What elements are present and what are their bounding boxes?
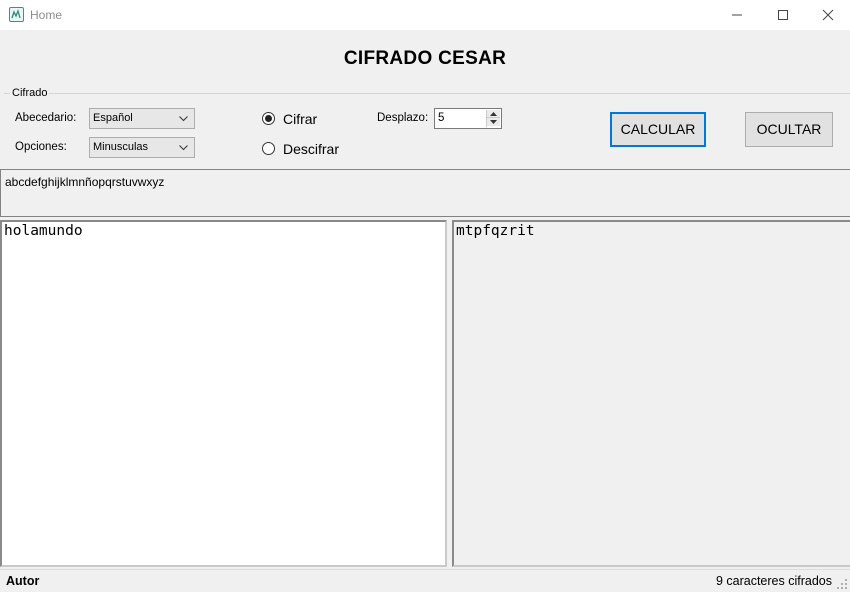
status-bar: Autor 9 caracteres cifrados [0,569,850,592]
alphabet-display-text: abcdefghijklmnñopqrstuvwxyz [5,175,165,189]
shift-stepper[interactable]: 5 [434,108,502,129]
calculate-button[interactable]: CALCULAR [610,112,706,147]
stepper-down-button[interactable] [487,118,500,126]
close-button[interactable] [805,0,850,30]
maximize-button[interactable] [760,0,806,30]
radio-decrypt-circle[interactable] [262,142,275,155]
radio-encrypt-label: Cifrar [283,111,318,127]
status-author: Autor [6,574,40,588]
minimize-button[interactable] [714,0,760,30]
alphabet-label: Abecedario: [15,112,77,124]
group-legend: Cifrado [10,87,50,99]
status-char-count: 9 caracteres cifrados [715,574,832,588]
page-title: CIFRADO CESAR [343,48,507,69]
input-textarea[interactable]: holamundo [0,220,447,567]
chevron-down-icon [179,116,188,122]
maximize-icon [778,10,788,20]
arrow-down-icon [490,120,497,124]
alphabet-select-value: Español [93,112,133,124]
shift-value[interactable]: 5 [438,112,444,124]
app-icon [9,7,24,22]
options-select-value: Minusculas [93,141,149,153]
arrow-up-icon [490,112,497,116]
resize-grip-icon[interactable] [836,578,848,590]
radio-encrypt-circle[interactable] [262,112,275,125]
shift-label: Desplazo: [377,112,429,124]
options-label: Opciones: [15,141,67,153]
window-title: Home [30,8,63,22]
chevron-down-icon [179,145,188,151]
title-bar[interactable]: Home [0,0,850,30]
stepper-up-button[interactable] [487,110,500,118]
alphabet-select[interactable]: Español [89,108,195,129]
alphabet-display: abcdefghijklmnñopqrstuvwxyz [0,169,850,217]
close-icon [822,9,834,21]
output-textarea[interactable]: mtpfqzrit [452,220,850,567]
hide-button[interactable]: OCULTAR [745,112,833,147]
options-select[interactable]: Minusculas [89,137,195,158]
minimize-icon [732,14,742,16]
radio-decrypt-label: Descifrar [283,141,340,157]
shift-stepper-arrows [486,110,500,127]
